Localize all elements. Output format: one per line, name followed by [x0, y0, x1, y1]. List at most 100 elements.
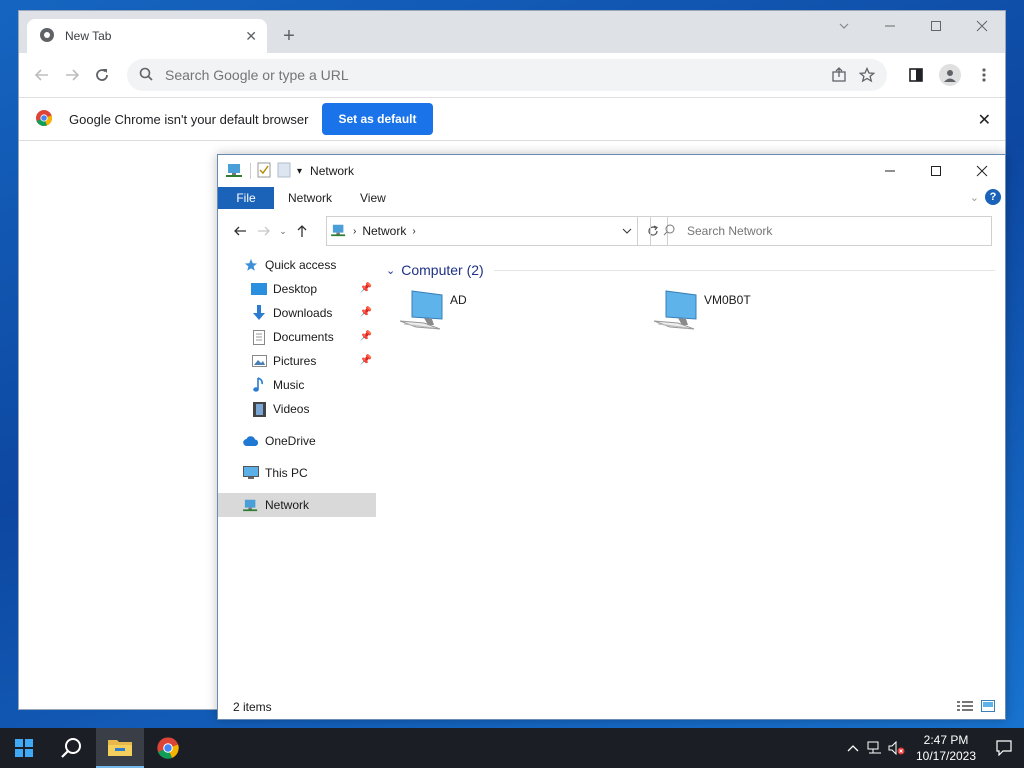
properties-icon[interactable] [257, 162, 271, 181]
set-as-default-button[interactable]: Set as default [322, 103, 433, 135]
status-bar: 2 items [218, 695, 1005, 719]
collapse-chevron-icon[interactable]: ⌄ [386, 264, 395, 277]
chrome-logo-icon [35, 109, 53, 130]
explorer-maximize-icon[interactable] [913, 155, 959, 187]
forward-icon[interactable] [57, 60, 87, 90]
omnibox-input[interactable] [165, 67, 831, 83]
action-center-icon[interactable] [984, 728, 1024, 768]
reload-icon[interactable] [87, 60, 117, 90]
expand-ribbon-icon[interactable]: ⌄ [970, 191, 979, 204]
customize-qat-icon[interactable]: ▾ [297, 166, 302, 177]
large-icons-view-icon[interactable] [981, 700, 995, 715]
nav-videos[interactable]: Videos [218, 397, 376, 421]
pin-icon: 📌 [359, 307, 372, 318]
nav-desktop[interactable]: Desktop 📌 [218, 277, 376, 301]
nav-label: Downloads [273, 306, 333, 320]
explorer-minimize-icon[interactable] [867, 155, 913, 187]
share-icon[interactable] [831, 67, 847, 83]
nav-downloads[interactable]: Downloads 📌 [218, 301, 376, 325]
pin-icon: 📌 [359, 355, 372, 366]
computer-name: VM0B0T [704, 293, 751, 307]
breadcrumb-network[interactable]: Network [362, 224, 406, 238]
ribbon-tab-file[interactable]: File [218, 187, 274, 209]
chrome-favicon-icon [39, 27, 55, 46]
help-icon[interactable]: ? [985, 189, 1001, 205]
star-icon [242, 257, 260, 273]
explorer-back-icon[interactable] [228, 219, 252, 243]
explorer-forward-icon[interactable] [252, 219, 276, 243]
nav-label: Desktop [273, 282, 318, 296]
navigation-pane: Quick access Desktop 📌 Downloads 📌 Docum… [218, 253, 376, 693]
film-icon [250, 401, 268, 417]
search-icon [139, 67, 153, 84]
infobar-message: Google Chrome isn't your default browser [69, 111, 309, 127]
clock-date: 10/17/2023 [915, 749, 977, 763]
ribbon-tab-view[interactable]: View [346, 187, 400, 209]
address-dropdown-icon[interactable] [615, 217, 637, 245]
up-one-level-icon[interactable] [290, 219, 314, 243]
search-taskbar-icon[interactable] [48, 728, 96, 768]
new-folder-icon[interactable] [277, 162, 291, 181]
explorer-close-icon[interactable] [959, 155, 1005, 187]
nav-this-pc[interactable]: This PC [218, 461, 376, 485]
nav-onedrive[interactable]: OneDrive [218, 429, 376, 453]
chrome-tab-new-tab[interactable]: New Tab ✕ [27, 19, 267, 53]
more-menu-icon[interactable] [969, 60, 999, 90]
file-explorer-taskbar-icon[interactable] [96, 728, 144, 768]
cloud-icon [242, 433, 260, 449]
nav-network[interactable]: Network [218, 493, 376, 517]
clock-time: 2:47 PM [923, 733, 969, 747]
search-network-input[interactable] [687, 224, 991, 238]
computer-item-ad[interactable]: AD [398, 289, 467, 336]
address-bar[interactable]: › Network › [326, 216, 638, 246]
recent-locations-icon[interactable]: ⌄ [276, 219, 290, 243]
system-tray: 2:47 PM 10/17/2023 [842, 728, 1024, 768]
details-view-icon[interactable] [957, 700, 973, 715]
item-count: 2 items [233, 700, 272, 714]
chrome-tabstrip: New Tab ✕ + [19, 11, 1005, 53]
download-arrow-icon [250, 305, 268, 321]
profile-avatar[interactable] [935, 60, 965, 90]
nav-pictures[interactable]: Pictures 📌 [218, 349, 376, 373]
tab-search-icon[interactable] [821, 11, 867, 41]
close-window-icon[interactable] [959, 11, 1005, 41]
bookmark-star-icon[interactable] [859, 67, 875, 83]
new-tab-button[interactable]: + [277, 24, 301, 48]
back-icon[interactable] [27, 60, 57, 90]
desktop-icon [250, 281, 268, 297]
network-computer-icon [652, 289, 698, 336]
start-button[interactable] [0, 728, 48, 768]
minimize-icon[interactable] [867, 11, 913, 41]
search-network-box[interactable] [650, 216, 992, 246]
close-tab-icon[interactable]: ✕ [245, 28, 257, 45]
nav-label: Documents [273, 330, 334, 344]
ribbon-tab-network[interactable]: Network [274, 187, 346, 209]
nav-music[interactable]: Music [218, 373, 376, 397]
breadcrumb-chevron-icon[interactable]: › [412, 226, 415, 237]
computer-item-vm0b0t[interactable]: VM0B0T [652, 289, 751, 336]
show-hidden-icons-icon[interactable] [842, 728, 864, 768]
explorer-window-title: Network [310, 164, 355, 178]
explorer-titlebar: ▾ Network [218, 155, 1005, 187]
network-app-icon [226, 162, 244, 181]
maximize-icon[interactable] [913, 11, 959, 41]
search-network-icon [663, 224, 675, 239]
address-row: ⌄ › Network › [218, 209, 1005, 253]
nav-label: Videos [273, 402, 310, 416]
nav-quick-access[interactable]: Quick access [218, 253, 376, 277]
taskbar: 2:47 PM 10/17/2023 [0, 728, 1024, 768]
chrome-taskbar-icon[interactable] [144, 728, 192, 768]
volume-muted-icon[interactable] [886, 728, 908, 768]
network-location-icon [331, 223, 347, 240]
side-panel-icon[interactable] [901, 60, 931, 90]
nav-label: Pictures [273, 354, 317, 368]
chrome-toolbar [19, 53, 1005, 97]
network-status-icon[interactable] [864, 728, 886, 768]
omnibox[interactable] [127, 59, 887, 91]
nav-documents[interactable]: Documents 📌 [218, 325, 376, 349]
infobar-close-icon[interactable]: ✕ [978, 110, 991, 130]
breadcrumb-separator-icon[interactable]: › [353, 226, 356, 237]
group-header-computer[interactable]: ⌄ Computer (2) [378, 259, 1005, 281]
default-browser-infobar: Google Chrome isn't your default browser… [19, 97, 1005, 141]
clock[interactable]: 2:47 PM 10/17/2023 [908, 732, 984, 764]
